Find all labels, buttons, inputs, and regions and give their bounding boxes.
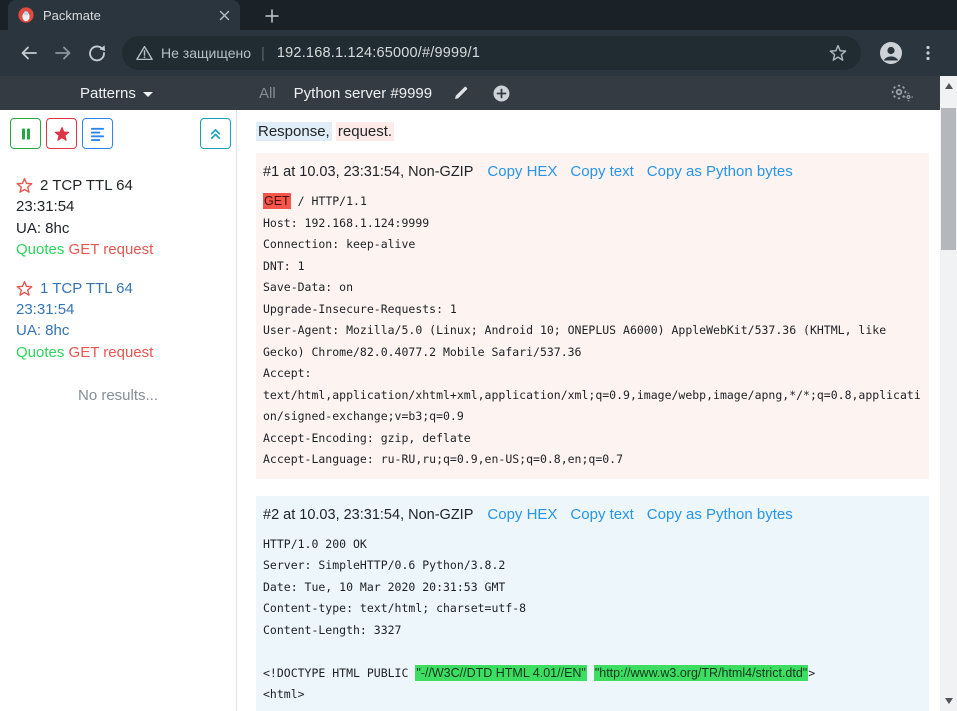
- packets-panel: Response, request. #1 at 10.03, 23:31:54…: [238, 110, 940, 711]
- packet-body: GET / HTTP/1.1 Host: 192.168.1.124:9999 …: [263, 191, 922, 471]
- new-tab-button[interactable]: [258, 2, 286, 30]
- patterns-label: Patterns: [80, 85, 136, 102]
- packet-legend: Response, request.: [256, 123, 929, 140]
- no-results-text: No results...: [0, 387, 236, 404]
- quote-match: GET request: [69, 241, 154, 258]
- quote-label: Quotes: [16, 344, 64, 361]
- quote-match: GET request: [69, 344, 154, 361]
- address-bar[interactable]: Не защищено | 192.168.1.124:65000/#/9999…: [122, 36, 861, 70]
- packet-header: #1 at 10.03, 23:31:54, Non-GZIP: [263, 164, 473, 180]
- packet-header: #2 at 10.03, 23:31:54, Non-GZIP: [263, 507, 473, 523]
- app-navbar: Patterns All Python server #9999: [0, 76, 940, 110]
- quote-label: Quotes: [16, 241, 64, 258]
- collapse-sidebar-button[interactable]: [200, 118, 231, 149]
- pause-button[interactable]: [10, 118, 41, 149]
- tab-all-streams[interactable]: All: [259, 85, 276, 102]
- profile-avatar-icon[interactable]: [879, 41, 903, 65]
- page-content: 2 TCP TTL 64 23:31:54 UA: 8hc Quotes GET…: [0, 110, 940, 711]
- copy-python-bytes-link[interactable]: Copy as Python bytes: [647, 163, 793, 180]
- browser-tab-strip: Packmate: [0, 0, 957, 30]
- copy-text-link[interactable]: Copy text: [570, 506, 633, 523]
- favorite-star-icon[interactable]: [16, 177, 33, 194]
- scrollbar-up-arrow[interactable]: [940, 78, 957, 94]
- stream-list-item[interactable]: 2 TCP TTL 64 23:31:54 UA: 8hc Quotes GET…: [0, 175, 236, 261]
- packet-card-response: #2 at 10.03, 23:31:54, Non-GZIP Copy HEX…: [256, 496, 929, 711]
- browser-menu-kebab-icon[interactable]: [913, 38, 943, 68]
- stream-quotes: Quotes GET request: [16, 342, 236, 363]
- packet-body: HTTP/1.0 200 OK Server: SimpleHTTP/0.6 P…: [263, 534, 922, 706]
- stream-time: 23:31:54: [16, 196, 236, 217]
- scrollbar-down-arrow[interactable]: [940, 693, 957, 709]
- page-scrollbar[interactable]: [940, 76, 957, 711]
- back-button[interactable]: [14, 38, 44, 68]
- tab-title: Packmate: [43, 8, 219, 23]
- stream-title[interactable]: 2 TCP TTL 64: [40, 175, 133, 196]
- copy-python-bytes-link[interactable]: Copy as Python bytes: [647, 506, 793, 523]
- streams-sidebar: 2 TCP TTL 64 23:31:54 UA: 8hc Quotes GET…: [0, 110, 237, 711]
- url-text[interactable]: 192.168.1.124:65000/#/9999/1: [277, 45, 829, 61]
- favorites-filter-button[interactable]: [46, 118, 77, 149]
- reload-button[interactable]: [82, 38, 112, 68]
- packet-card-request: #1 at 10.03, 23:31:54, Non-GZIP Copy HEX…: [256, 153, 929, 479]
- copy-hex-link[interactable]: Copy HEX: [487, 163, 557, 180]
- stream-quotes: Quotes GET request: [16, 239, 236, 260]
- list-view-button[interactable]: [82, 118, 113, 149]
- add-pattern-plus-icon[interactable]: [490, 82, 512, 104]
- bookmark-star-icon[interactable]: [829, 44, 847, 62]
- stream-title[interactable]: 1 TCP TTL 64: [40, 278, 133, 299]
- edit-pattern-pencil-icon[interactable]: [450, 82, 472, 104]
- chevron-down-icon: [143, 92, 153, 97]
- copy-hex-link[interactable]: Copy HEX: [487, 506, 557, 523]
- favicon-icon: [18, 7, 34, 23]
- stream-time: 23:31:54: [16, 299, 236, 320]
- settings-gears-icon[interactable]: [890, 82, 914, 104]
- favorite-star-icon[interactable]: [16, 280, 33, 297]
- url-separator: |: [261, 45, 265, 62]
- browser-toolbar: Не защищено | 192.168.1.124:65000/#/9999…: [0, 30, 957, 76]
- not-secure-label[interactable]: Не защищено: [161, 45, 251, 61]
- stream-ua: UA: 8hc: [16, 320, 236, 341]
- browser-tab[interactable]: Packmate: [8, 0, 240, 30]
- scrollbar-thumb[interactable]: [941, 108, 956, 250]
- copy-text-link[interactable]: Copy text: [570, 163, 633, 180]
- stream-list-item[interactable]: 1 TCP TTL 64 23:31:54 UA: 8hc Quotes GET…: [0, 278, 236, 364]
- stream-ua: UA: 8hc: [16, 218, 236, 239]
- not-secure-warning-icon[interactable]: [136, 45, 153, 61]
- current-pattern-name[interactable]: Python server #9999: [294, 85, 432, 102]
- patterns-dropdown[interactable]: Patterns: [80, 76, 153, 110]
- tab-close-icon[interactable]: [219, 10, 230, 21]
- forward-button[interactable]: [48, 38, 78, 68]
